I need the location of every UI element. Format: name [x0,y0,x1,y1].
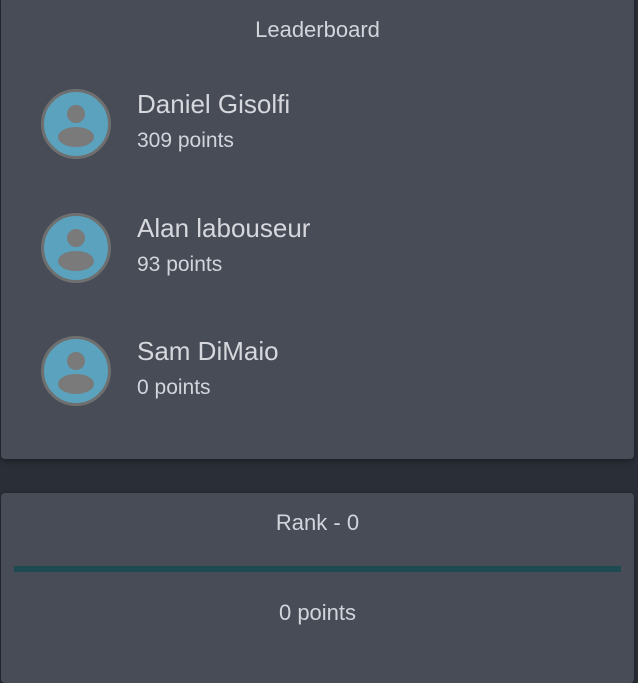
user-avatar-icon [41,89,111,159]
rank-points: 0 points [278,600,357,625]
entry-points: 0 points [137,376,211,399]
user-avatar-icon [41,213,111,283]
entry-name: Sam DiMaio [137,336,279,366]
leaderboard-card: Leaderboard Daniel Gisolfi 309 points Al… [1,0,634,459]
leaderboard-entry[interactable]: Sam DiMaio 0 points [41,336,601,408]
entry-points: 309 points [137,129,234,152]
rank-progress-bar [14,566,621,572]
entry-points: 93 points [137,253,223,276]
rank-title: Rank - 0 [275,510,360,535]
leaderboard-title: Leaderboard [255,17,380,42]
rank-card: Rank - 0 0 points [1,493,634,683]
leaderboard-entry[interactable]: Daniel Gisolfi 309 points [41,89,601,161]
entry-name: Alan labouseur [137,213,311,243]
leaderboard-entry[interactable]: Alan labouseur 93 points [41,213,601,285]
entry-name: Daniel Gisolfi [137,89,291,119]
user-avatar-icon [41,336,111,406]
